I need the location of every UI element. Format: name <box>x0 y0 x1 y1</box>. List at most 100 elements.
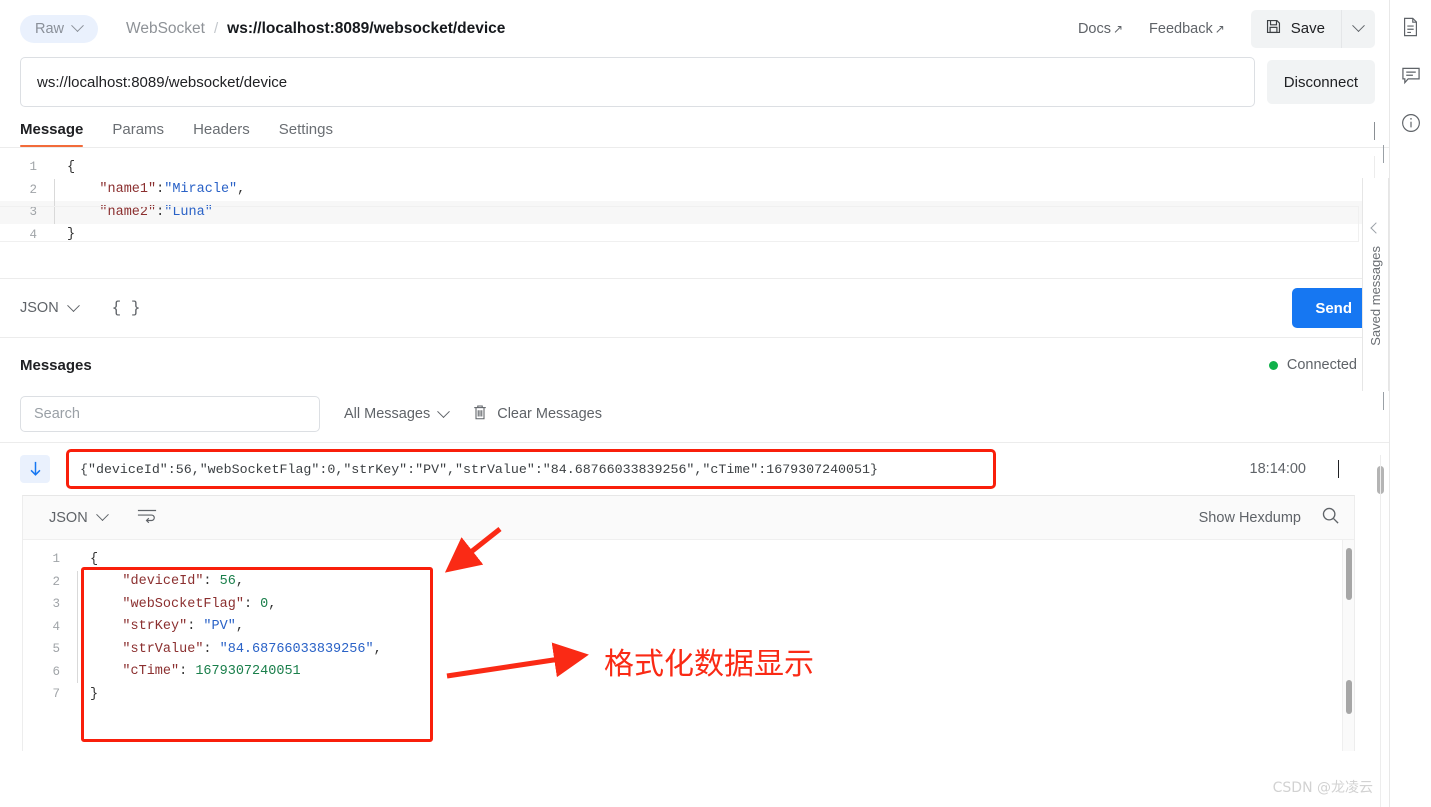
line-number: 7 <box>52 687 60 702</box>
clear-messages-button[interactable]: Clear Messages <box>472 404 602 425</box>
indent-guide <box>77 593 78 616</box>
tab-headers[interactable]: Headers <box>193 121 250 147</box>
all-messages-filter-dropdown[interactable]: All Messages <box>344 404 451 422</box>
indent-guide <box>77 638 78 661</box>
trash-icon <box>472 404 488 425</box>
chevron-down-icon <box>437 404 451 418</box>
top-bar-actions: Docs ↗ Feedback ↗ Save <box>1078 9 1375 48</box>
detail-scrollbar-thumb-top[interactable] <box>1346 548 1352 600</box>
saved-messages-expand-up-icon[interactable] <box>1383 145 1384 163</box>
show-hexdump-button[interactable]: Show Hexdump <box>1199 510 1301 526</box>
connection-status[interactable]: Connected <box>1268 355 1377 373</box>
line-number: 4 <box>52 619 60 634</box>
search-input[interactable]: Search <box>20 396 320 432</box>
info-icon[interactable] <box>1398 110 1424 136</box>
websocket-client-app: Raw WebSocket / ws://localhost:8089/webs… <box>0 0 1431 807</box>
message-payload[interactable]: {"deviceId":56,"webSocketFlag":0,"strKey… <box>66 449 996 489</box>
indent-guide <box>54 178 55 201</box>
feedback-link-label: Feedback <box>1149 20 1213 37</box>
code-text: "name1":"Miracle", <box>67 182 246 198</box>
code-text: "deviceId": 56, <box>90 574 244 590</box>
chevron-left-icon <box>1369 221 1382 234</box>
docs-link-label: Docs <box>1077 20 1111 37</box>
url-input[interactable]: ws://localhost:8089/websocket/device <box>20 57 1255 107</box>
line-number: 3 <box>52 597 60 612</box>
code-text: "strValue": "84.68766033839256", <box>90 641 382 657</box>
message-detail-toolbar: JSON Show Hexdump <box>23 496 1354 540</box>
message-detail-toolbar-right: Show Hexdump <box>1199 506 1340 530</box>
message-row[interactable]: {"deviceId":56,"webSocketFlag":0,"strKey… <box>0 443 1389 495</box>
line-number: 6 <box>52 664 60 679</box>
saved-messages-expand-down-icon[interactable] <box>1383 392 1384 410</box>
line-number: 5 <box>52 642 60 657</box>
raw-mode-dropdown[interactable]: Raw <box>20 14 98 43</box>
message-format-dropdown[interactable]: JSON <box>20 298 80 316</box>
code-line: 1{ <box>0 156 1389 179</box>
message-direction-incoming-icon[interactable] <box>20 455 50 483</box>
url-row: ws://localhost:8089/websocket/device Dis… <box>0 57 1389 107</box>
tab-message[interactable]: Message <box>20 121 84 147</box>
connection-status-label: Connected <box>1286 357 1357 373</box>
docs-link[interactable]: Docs ↗ <box>1078 21 1123 37</box>
external-link-icon: ↗ <box>1112 21 1124 36</box>
detail-vertical-scrollbar-track[interactable] <box>1342 540 1354 751</box>
messages-filters: Search All Messages Clear Messages <box>0 386 1389 442</box>
search-icon[interactable] <box>1321 506 1340 530</box>
chevron-down-icon <box>71 19 84 33</box>
save-button[interactable]: Save <box>1250 9 1341 48</box>
indent-guide <box>77 683 78 706</box>
code-text: "webSocketFlag": 0, <box>90 596 277 612</box>
status-dot-icon <box>1268 360 1278 370</box>
detail-format-label: JSON <box>49 509 88 526</box>
editor-highlight-box <box>0 206 1359 242</box>
indent-guide <box>77 615 78 638</box>
external-link-icon: ↗ <box>1214 21 1225 36</box>
page-scrollbar-track[interactable] <box>1380 455 1381 807</box>
send-divider <box>0 337 1389 338</box>
chevron-down-icon <box>66 298 80 312</box>
line-number: 2 <box>52 574 60 589</box>
code-text: { <box>67 159 76 175</box>
code-line: 1{ <box>23 548 1354 571</box>
breadcrumb-url[interactable]: ws://localhost:8089/websocket/device <box>227 20 505 38</box>
collapse-panel-button[interactable] <box>1374 122 1375 146</box>
indent-guide <box>54 156 55 179</box>
message-detail-panel: JSON Show Hexdump 1 {2 "deviceId": 56, … <box>22 495 1355 751</box>
message-timestamp: 18:14:00 <box>1249 461 1306 477</box>
main-column: Raw WebSocket / ws://localhost:8089/webs… <box>0 0 1389 807</box>
code-line: 3 "webSocketFlag": 0, <box>23 593 1354 616</box>
request-tabs-row: Message Params Headers Settings <box>0 121 1389 147</box>
chevron-down-icon <box>1352 19 1365 33</box>
tab-params[interactable]: Params <box>112 121 164 147</box>
chevron-down-icon <box>95 508 109 522</box>
line-number: 2 <box>29 182 37 197</box>
disconnect-button[interactable]: Disconnect <box>1266 60 1375 104</box>
code-line: 7} <box>23 683 1354 706</box>
breadcrumb-separator: / <box>213 20 219 37</box>
code-text: "strKey": "PV", <box>90 619 244 635</box>
right-sidebar <box>1389 0 1431 807</box>
comments-icon[interactable] <box>1398 62 1424 88</box>
breadcrumb: WebSocket / ws://localhost:8089/websocke… <box>126 20 505 38</box>
saved-messages-tab[interactable]: Saved messages <box>1362 178 1389 391</box>
message-collapse-button[interactable] <box>1338 460 1339 478</box>
code-line: 4 "strKey": "PV", <box>23 615 1354 638</box>
documentation-icon[interactable] <box>1398 14 1424 40</box>
save-button-label: Save <box>1290 20 1325 37</box>
beautify-button[interactable]: { } <box>112 299 141 317</box>
feedback-link[interactable]: Feedback ↗ <box>1149 21 1225 37</box>
detail-scrollbar-thumb-bottom[interactable] <box>1346 680 1352 714</box>
annotation-label: 格式化数据显示 <box>604 647 814 682</box>
tab-settings[interactable]: Settings <box>279 121 333 147</box>
word-wrap-icon[interactable] <box>137 508 157 528</box>
request-tabs: Message Params Headers Settings <box>20 121 333 147</box>
messages-title: Messages <box>20 356 92 374</box>
line-number: 1 <box>52 552 60 567</box>
save-options-button[interactable] <box>1341 9 1375 48</box>
breadcrumb-protocol[interactable]: WebSocket <box>126 20 205 38</box>
detail-format-dropdown[interactable]: JSON <box>49 508 109 526</box>
floppy-disk-icon <box>1265 18 1282 39</box>
message-format-label: JSON <box>20 300 59 316</box>
message-editor[interactable]: 1{2 "name1":"Miracle", 3 "name2":"Luna" 4} <box>0 148 1389 278</box>
chevron-up-icon <box>1338 460 1339 478</box>
